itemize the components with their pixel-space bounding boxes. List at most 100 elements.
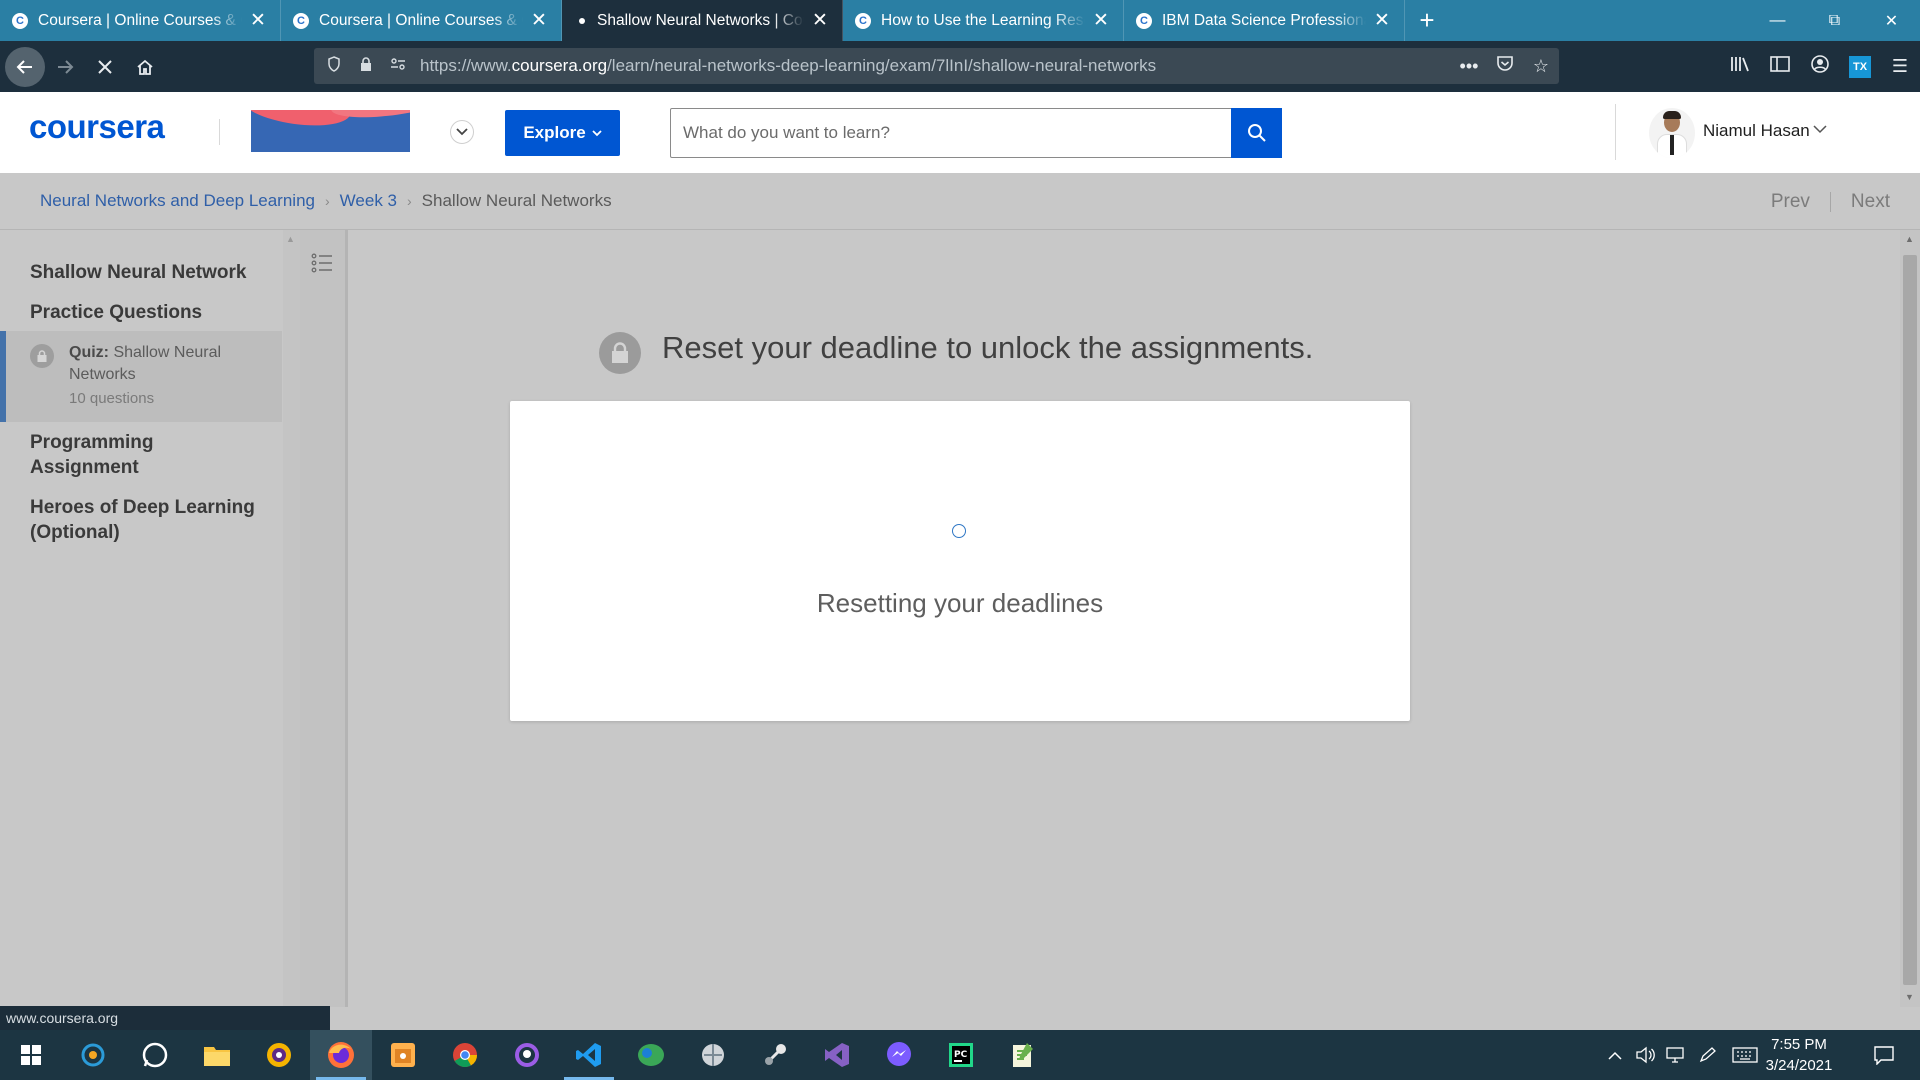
chevron-up-icon[interactable]: [1603, 1030, 1627, 1080]
loading-dot-icon: [579, 17, 585, 24]
scrollbar-thumb[interactable]: [1903, 255, 1917, 985]
lock-icon: [599, 332, 641, 374]
sidebar-item-heroes-of-deep-learning[interactable]: Heroes of Deep Learning (Optional): [30, 495, 260, 545]
close-tab-icon[interactable]: ✕: [529, 11, 549, 30]
scroll-up-icon[interactable]: ▲: [286, 234, 295, 244]
header-divider: [219, 119, 220, 145]
windows-start-icon[interactable]: [0, 1030, 62, 1080]
close-tab-icon[interactable]: ✕: [1372, 11, 1392, 30]
chevron-right-icon: ›: [407, 193, 412, 209]
vscode-icon[interactable]: [558, 1030, 620, 1080]
chevron-down-icon[interactable]: [450, 120, 474, 144]
library-icon[interactable]: [1720, 55, 1760, 78]
chevron-down-icon: [592, 129, 602, 136]
page-title: Reset your deadline to unlock the assign…: [662, 330, 1314, 365]
shield-icon[interactable]: [322, 56, 346, 76]
pocket-icon[interactable]: [1487, 55, 1523, 77]
chevron-down-icon[interactable]: [1813, 122, 1827, 137]
minimize-icon[interactable]: —: [1749, 0, 1806, 41]
next-button[interactable]: Next: [1851, 191, 1890, 213]
browser-tab[interactable]: C How to Use the Learning Resources ✕: [843, 0, 1124, 41]
browser-tab[interactable]: C Coursera | Online Courses & Credential…: [0, 0, 281, 41]
cortana-search-icon[interactable]: [62, 1030, 124, 1080]
status-url-tooltip: www.coursera.org: [0, 1006, 330, 1030]
sidebar-item-quiz[interactable]: Quiz: Shallow Neural Networks 10 questio…: [0, 331, 282, 422]
tab-title: Shallow Neural Networks | Coursera: [597, 11, 804, 29]
search-input[interactable]: What do you want to learn?: [670, 108, 1232, 158]
messenger-icon[interactable]: [868, 1030, 930, 1080]
scroll-up-icon[interactable]: ▲: [1905, 234, 1914, 244]
close-tab-icon[interactable]: ✕: [248, 11, 268, 30]
account-icon[interactable]: [1800, 54, 1840, 79]
notification-center-icon[interactable]: [1864, 1030, 1904, 1080]
new-tab-plus-icon[interactable]: +: [1405, 0, 1449, 41]
pycharm-icon[interactable]: PC: [930, 1030, 992, 1080]
url-bar[interactable]: https://www.coursera.org/learn/neural-ne…: [314, 48, 1559, 84]
close-tab-icon[interactable]: ✕: [810, 11, 830, 30]
winrar-icon[interactable]: [372, 1030, 434, 1080]
chevron-right-icon: ›: [325, 193, 330, 209]
hamburger-menu-icon[interactable]: ☰: [1880, 56, 1920, 77]
network-icon[interactable]: [1662, 1030, 1690, 1080]
coursera-favicon-icon: C: [1136, 12, 1152, 29]
page-scrollbar[interactable]: ▲ ▼: [1900, 230, 1920, 1007]
volume-icon[interactable]: [1631, 1030, 1659, 1080]
coursera-logo[interactable]: coursera: [29, 108, 165, 146]
prev-button[interactable]: Prev: [1771, 191, 1810, 213]
sidebar-scrollbar[interactable]: ▲: [283, 230, 300, 1007]
browser-tab[interactable]: C IBM Data Science Professional Certific…: [1124, 0, 1405, 41]
file-explorer-icon[interactable]: [186, 1030, 248, 1080]
system-clock[interactable]: 7:55 PM 3/24/2021: [1754, 1034, 1844, 1076]
whatsapp-icon[interactable]: [124, 1030, 186, 1080]
bookmark-star-icon[interactable]: ☆: [1523, 56, 1559, 77]
lock-icon[interactable]: [354, 56, 378, 76]
svg-text:PC: PC: [954, 1050, 968, 1060]
header-divider: [1615, 104, 1616, 160]
browser-tab[interactable]: C Coursera | Online Courses & Credential…: [281, 0, 562, 41]
close-tab-icon[interactable]: ✕: [1091, 11, 1111, 30]
quiz-title: Quiz: Shallow Neural Networks: [69, 344, 222, 383]
browser-tab-active[interactable]: Shallow Neural Networks | Coursera ✕: [562, 0, 843, 41]
partner-logo[interactable]: [251, 110, 410, 152]
tab-title: Coursera | Online Courses & Credentials: [38, 11, 242, 29]
search-button[interactable]: [1231, 108, 1282, 158]
tor-browser-icon[interactable]: [248, 1030, 310, 1080]
forward-arrow-icon[interactable]: [45, 47, 85, 87]
chrome-icon[interactable]: [434, 1030, 496, 1080]
notepad-plus-plus-icon[interactable]: [992, 1030, 1054, 1080]
sidebar-item-programming-assignment[interactable]: Programming Assignment: [30, 430, 260, 480]
url-text: https://www.coursera.org/learn/neural-ne…: [420, 56, 1157, 75]
main-content: Reset your deadline to unlock the assign…: [351, 230, 1900, 1007]
satellite-app-icon[interactable]: [744, 1030, 806, 1080]
network-app-icon[interactable]: [682, 1030, 744, 1080]
firefox-icon[interactable]: [310, 1030, 372, 1080]
extension-tx-icon[interactable]: TX: [1849, 55, 1871, 78]
sidebar-item-practice-questions[interactable]: Practice Questions: [30, 300, 202, 325]
restore-icon[interactable]: ⧉: [1806, 0, 1863, 41]
site-header: coursera Explore What do you want to lea…: [0, 92, 1920, 173]
visual-studio-icon[interactable]: [806, 1030, 868, 1080]
back-arrow-icon[interactable]: [5, 46, 45, 87]
breadcrumb-course-link[interactable]: Neural Networks and Deep Learning: [40, 191, 315, 211]
github-desktop-icon[interactable]: [496, 1030, 558, 1080]
sidebar-item-shallow-neural-network[interactable]: Shallow Neural Network: [30, 260, 246, 285]
tab-title: Coursera | Online Courses & Credentials: [319, 11, 523, 29]
pen-icon[interactable]: [1694, 1030, 1722, 1080]
avatar[interactable]: [1649, 108, 1695, 158]
breadcrumb: Neural Networks and Deep Learning › Week…: [0, 173, 1920, 230]
window-controls: — ⧉ ✕: [1749, 0, 1920, 41]
breadcrumb-week-link[interactable]: Week 3: [340, 191, 397, 211]
outline-panel: [300, 230, 348, 1007]
coursera-favicon-icon: C: [293, 12, 309, 29]
sidebar-toggle-icon[interactable]: [1760, 56, 1800, 77]
close-window-icon[interactable]: ✕: [1863, 0, 1920, 41]
permissions-icon[interactable]: [386, 57, 410, 75]
home-icon[interactable]: [125, 47, 165, 87]
user-name[interactable]: Niamul Hasan: [1703, 121, 1810, 141]
list-icon[interactable]: [311, 252, 333, 279]
more-actions-icon[interactable]: •••: [1451, 56, 1487, 77]
anaconda-navigator-icon[interactable]: [620, 1030, 682, 1080]
scroll-down-icon[interactable]: ▼: [1905, 992, 1914, 1002]
stop-loading-icon[interactable]: [85, 47, 125, 87]
explore-button[interactable]: Explore: [505, 110, 620, 156]
